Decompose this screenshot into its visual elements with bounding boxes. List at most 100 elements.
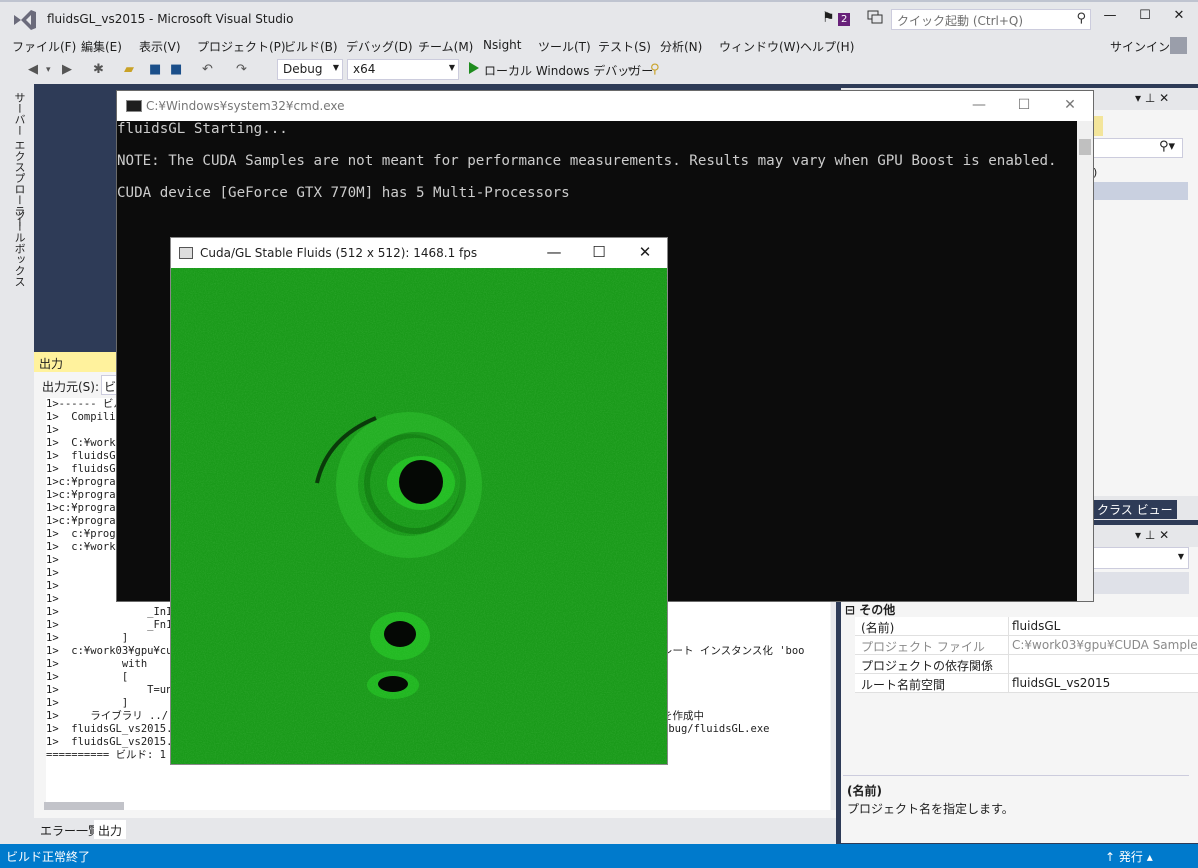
property-row[interactable]: プロジェクト ファイル C:¥work03¥gpu¥CUDA Samples¥v — [855, 636, 1198, 655]
output-line: 1> ] — [46, 632, 129, 644]
close-button[interactable]: ✕ — [1055, 97, 1085, 113]
play-icon[interactable] — [469, 62, 479, 74]
output-line: 1> c:¥work0 — [46, 541, 122, 553]
window-title: fluidsGL_vs2015 - Microsoft Visual Studi… — [47, 12, 294, 26]
maximize-button[interactable]: ☐ — [584, 243, 614, 261]
menu-bar: ファイル(F) 編集(E) 表示(V) プロジェクト(P) ビルド(B) デバッ… — [0, 34, 1198, 56]
open-folder-icon[interactable]: ▰ — [124, 62, 134, 77]
left-tool-strip: サーバー エクスプローラー ツールボックス — [0, 84, 34, 844]
output-line-tail: を作成中 — [662, 710, 704, 722]
property-row[interactable]: (名前) fluidsGL — [855, 617, 1198, 636]
menu-help[interactable]: ヘルプ(H) — [800, 38, 854, 55]
quick-launch-input[interactable]: クイック起動 (Ctrl+Q) ⚲ — [891, 9, 1091, 30]
output-line: 1>c:¥program — [46, 502, 122, 514]
menu-team[interactable]: チーム(M) — [418, 38, 473, 55]
console-line: NOTE: The CUDA Samples are not meant for… — [117, 153, 1057, 169]
description-title: (名前) — [847, 784, 882, 798]
property-value[interactable]: C:¥work03¥gpu¥CUDA Samples¥v — [1012, 638, 1198, 652]
output-line: 1> c:¥progr — [46, 528, 122, 540]
property-name: プロジェクトの依存関係 — [861, 659, 994, 673]
configuration-value: Debug — [283, 62, 323, 76]
platform-select[interactable]: x64 ▼ — [347, 59, 459, 80]
menu-tools[interactable]: ツール(T) — [538, 38, 591, 55]
property-category[interactable]: ⊟ その他 — [845, 601, 895, 618]
publish-label: 発行 — [1118, 850, 1143, 864]
output-line: 1> fluidsGL — [46, 463, 122, 475]
dropdown-arrow-icon[interactable]: ▾ — [46, 65, 51, 75]
output-line: 1> with — [46, 658, 148, 670]
output-line: 1> ライブラリ ../ — [46, 710, 169, 722]
menu-test[interactable]: テスト(S) — [598, 38, 651, 55]
property-value[interactable]: fluidsGL_vs2015 — [1012, 676, 1198, 690]
category-label: その他 — [859, 603, 896, 617]
property-name: ルート名前空間 — [861, 678, 946, 692]
gl-window-title: Cuda/GL Stable Fluids (512 x 512): 1468.… — [200, 246, 478, 260]
notification-flag-icon[interactable]: ⚑ — [822, 10, 835, 26]
output-line: 1> — [46, 593, 59, 605]
description-text: プロジェクト名を指定します。 — [847, 802, 1014, 816]
output-line: 1> — [46, 554, 59, 566]
fluid-simulation-canvas[interactable] — [171, 268, 667, 764]
menu-project[interactable]: プロジェクト(P) — [197, 38, 286, 55]
title-bar: fluidsGL_vs2015 - Microsoft Visual Studi… — [0, 0, 1198, 34]
toolbox-tab[interactable]: ツールボックス — [11, 210, 27, 287]
property-row[interactable]: プロジェクトの依存関係 — [855, 655, 1198, 674]
search-icon[interactable]: ⚲▾ — [1159, 139, 1175, 154]
output-line: 1>c:¥program — [46, 476, 122, 488]
menu-edit[interactable]: 編集(E) — [81, 38, 122, 55]
publish-button[interactable]: ↑ 発行 ▴ — [1105, 848, 1153, 865]
configuration-select[interactable]: Debug ▼ — [277, 59, 343, 80]
toolbar-highlight — [1093, 116, 1103, 136]
avatar[interactable] — [1170, 37, 1187, 54]
feedback-icon[interactable] — [867, 10, 883, 24]
console-scroll-thumb[interactable] — [1079, 139, 1091, 155]
search-icon[interactable]: ⚲ — [1076, 11, 1086, 26]
selected-tree-row[interactable] — [1093, 182, 1188, 200]
server-explorer-tab[interactable]: サーバー エクスプローラー — [11, 92, 27, 228]
tab-output[interactable]: 出力 — [94, 820, 127, 839]
panel-controls[interactable]: ▾ ⊥ ✕ — [1135, 91, 1169, 105]
property-row[interactable]: ルート名前空間 fluidsGL_vs2015 — [855, 674, 1198, 693]
tab-class-view[interactable]: クラス ビュー — [1093, 500, 1177, 519]
save-icon[interactable]: ■ — [149, 62, 161, 77]
undo-icon[interactable]: ↶ — [202, 62, 213, 77]
status-text: ビルド正常終了 — [6, 850, 91, 864]
visual-studio-logo-icon — [14, 10, 36, 30]
output-line: 1> Compilin — [46, 411, 122, 423]
output-line: 1> _Fn1= — [46, 619, 179, 631]
property-name: (名前) — [861, 621, 895, 635]
minimize-button[interactable]: — — [1098, 8, 1122, 28]
output-source-label: 出力元(S): — [42, 380, 100, 394]
save-all-icon[interactable]: ■ — [170, 62, 182, 77]
chevron-down-icon: ▼ — [1177, 552, 1184, 561]
toolbar: ◀ ▾ ▶ ✱ ▰ ■ ■ ↶ ↷ Debug ▼ x64 ▼ ローカル Windo… — [0, 56, 1198, 84]
menu-window[interactable]: ウィンドウ(W) — [719, 38, 800, 55]
menu-build[interactable]: ビルド(B) — [284, 38, 338, 55]
back-icon[interactable]: ◀ — [28, 62, 38, 77]
dropdown-arrow-icon[interactable]: ▾ — [628, 65, 633, 75]
chevron-down-icon: ▼ — [332, 63, 339, 72]
menu-nsight[interactable]: Nsight — [483, 38, 522, 52]
output-source-select[interactable]: ビ — [101, 375, 117, 395]
close-button[interactable]: ✕ — [1167, 8, 1191, 28]
console-scrollbar[interactable] — [1077, 121, 1093, 601]
menu-file[interactable]: ファイル(F) — [12, 38, 76, 55]
close-button[interactable]: ✕ — [630, 243, 660, 261]
sign-in-link[interactable]: サインイン — [1110, 38, 1170, 55]
horizontal-scrollbar[interactable] — [44, 802, 124, 810]
minimize-button[interactable]: — — [964, 97, 994, 113]
menu-analyze[interactable]: 分析(N) — [660, 38, 702, 55]
maximize-button[interactable]: ☐ — [1009, 97, 1039, 113]
fluids-gl-window[interactable]: Cuda/GL Stable Fluids (512 x 512): 1468.… — [170, 237, 668, 765]
maximize-button[interactable]: ☐ — [1133, 8, 1157, 28]
output-line: 1> — [46, 567, 59, 579]
menu-debug[interactable]: デバッグ(D) — [346, 38, 413, 55]
redo-icon[interactable]: ↷ — [236, 62, 247, 77]
menu-view[interactable]: 表示(V) — [139, 38, 181, 55]
panel-controls[interactable]: ▾ ⊥ ✕ — [1135, 528, 1169, 542]
minimize-button[interactable]: — — [539, 243, 569, 261]
property-value[interactable]: fluidsGL — [1012, 619, 1198, 633]
find-icon[interactable]: ⚲ — [650, 62, 660, 77]
forward-icon[interactable]: ▶ — [62, 62, 72, 77]
new-project-icon[interactable]: ✱ — [93, 62, 104, 77]
